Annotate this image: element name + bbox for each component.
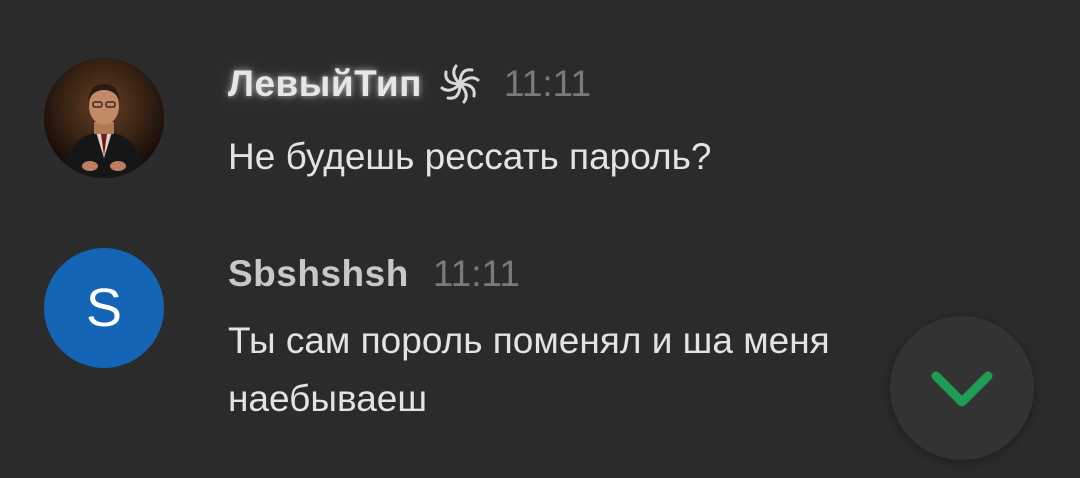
message-text: Не будешь рессать пароль? (228, 128, 711, 186)
message-line: Не будешь рессать пароль? (228, 136, 712, 177)
message-line: наебываеш (228, 378, 428, 419)
avatar-photo-image (44, 58, 164, 178)
message-header: ЛевыйТип 11:11 (228, 62, 592, 106)
username[interactable]: ЛевыйТип (228, 63, 422, 105)
swirl-badge-icon (438, 62, 482, 106)
message-time: 11:11 (432, 253, 520, 294)
chevron-down-icon (931, 371, 993, 407)
avatar-letter: S (85, 278, 123, 338)
scroll-to-bottom-button[interactable] (890, 316, 1034, 460)
avatar[interactable] (44, 58, 164, 178)
chat-messages: ЛевыйТип 11:11 Не будешь рессать пароль?… (0, 0, 1080, 478)
message-text: Ты сам пороль поменял и ша меня наебывае… (228, 312, 830, 428)
message-time: 11:11 (503, 63, 592, 104)
avatar[interactable]: S (44, 248, 164, 368)
message-line: Ты сам пороль поменял и ша меня (228, 320, 830, 361)
message-header: Sbshshsh 11:11 (228, 253, 520, 295)
username[interactable]: Sbshshsh (228, 253, 409, 295)
